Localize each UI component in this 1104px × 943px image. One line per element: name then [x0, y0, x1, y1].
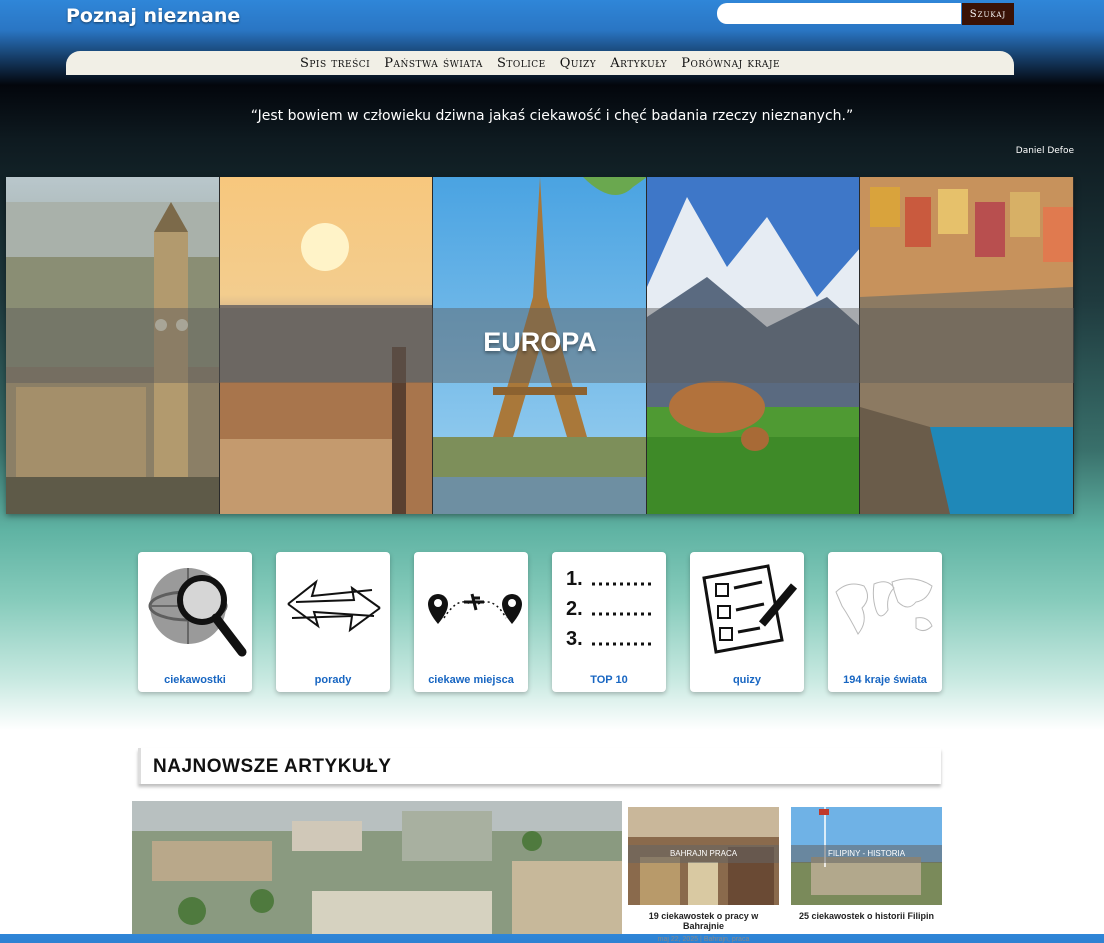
route-pin-plane-icon: [428, 593, 522, 624]
category-card-ciekawostki[interactable]: ciekawostki: [138, 552, 252, 692]
article-meta: maj 22, 2025 | Bahrajn, praca: [657, 936, 750, 943]
globe-magnifier-icon: [148, 568, 247, 657]
category-card-ciekawe-miejsca[interactable]: ciekawe miejsca: [414, 552, 528, 692]
category-label: ciekawostki: [164, 674, 226, 686]
category-label: 194 kraje świata: [843, 674, 927, 686]
main-nav: Spis treści Państwa świata Stolice Quizy…: [66, 51, 1014, 75]
category-label: ciekawe miejsca: [428, 674, 514, 686]
section-header-latest: NAJNOWSZE ARTYKUŁY: [138, 748, 941, 784]
svg-text:1.: 1.: [566, 568, 583, 590]
quote-text: “Jest bowiem w człowieku dziwna jakaś ci…: [250, 108, 854, 124]
category-cards: ciekawostki porady ciekawe miejsca 1. 2.…: [138, 552, 966, 692]
nav-item-spis-tresci[interactable]: Spis treści: [300, 56, 370, 71]
world-map-icon: [835, 578, 933, 635]
hero-title[interactable]: EUROPA: [6, 327, 1074, 358]
nav-item-porownaj-kraje[interactable]: Porównaj kraje: [681, 56, 780, 71]
search-button[interactable]: Szukaj: [962, 3, 1014, 25]
article-tag: BAHRAJN PRACA: [628, 845, 779, 863]
numbered-list-icon: 1. 2. 3.: [566, 568, 652, 650]
hero-banner[interactable]: EUROPA: [6, 177, 1074, 514]
article-image[interactable]: BAHRAJN PRACA: [628, 807, 779, 905]
article-card[interactable]: FILIPINY - HISTORIA 25 ciekawostek o his…: [791, 807, 942, 926]
category-card-kraje-swiata[interactable]: 194 kraje świata: [828, 552, 942, 692]
article-title[interactable]: 25 ciekawostek o historii Filipin: [791, 911, 942, 921]
category-label: porady: [314, 674, 352, 686]
svg-text:2.: 2.: [566, 598, 583, 620]
nav-item-panstwa-swiata[interactable]: Państwa świata: [384, 56, 483, 71]
arrows-icon: [287, 579, 381, 633]
nav-item-stolice[interactable]: Stolice: [497, 56, 546, 71]
featured-article-image[interactable]: [132, 801, 622, 934]
search-input[interactable]: [717, 3, 961, 24]
svg-text:3.: 3.: [566, 628, 583, 650]
quote-author: Daniel Defoe: [1015, 146, 1074, 156]
category-card-porady[interactable]: porady: [276, 552, 390, 692]
category-label: quizy: [732, 674, 762, 686]
article-card[interactable]: BAHRAJN PRACA 19 ciekawostek o pracy w B…: [628, 807, 779, 943]
article-tag: FILIPINY - HISTORIA: [791, 845, 942, 863]
category-card-quizy[interactable]: quizy: [690, 552, 804, 692]
article-title[interactable]: 19 ciekawostek o pracy w Bahrajnie: [628, 911, 779, 931]
category-label: TOP 10: [590, 674, 628, 686]
nav-item-artykuly[interactable]: Artykuły: [610, 56, 667, 71]
article-image[interactable]: FILIPINY - HISTORIA: [791, 807, 942, 905]
site-logo[interactable]: Poznaj nieznane: [66, 5, 240, 27]
nav-item-quizy[interactable]: Quizy: [560, 56, 597, 71]
category-card-top10[interactable]: 1. 2. 3. TOP 10: [552, 552, 666, 692]
checklist-icon: [702, 564, 798, 654]
section-title: NAJNOWSZE ARTYKUŁY: [153, 756, 392, 777]
